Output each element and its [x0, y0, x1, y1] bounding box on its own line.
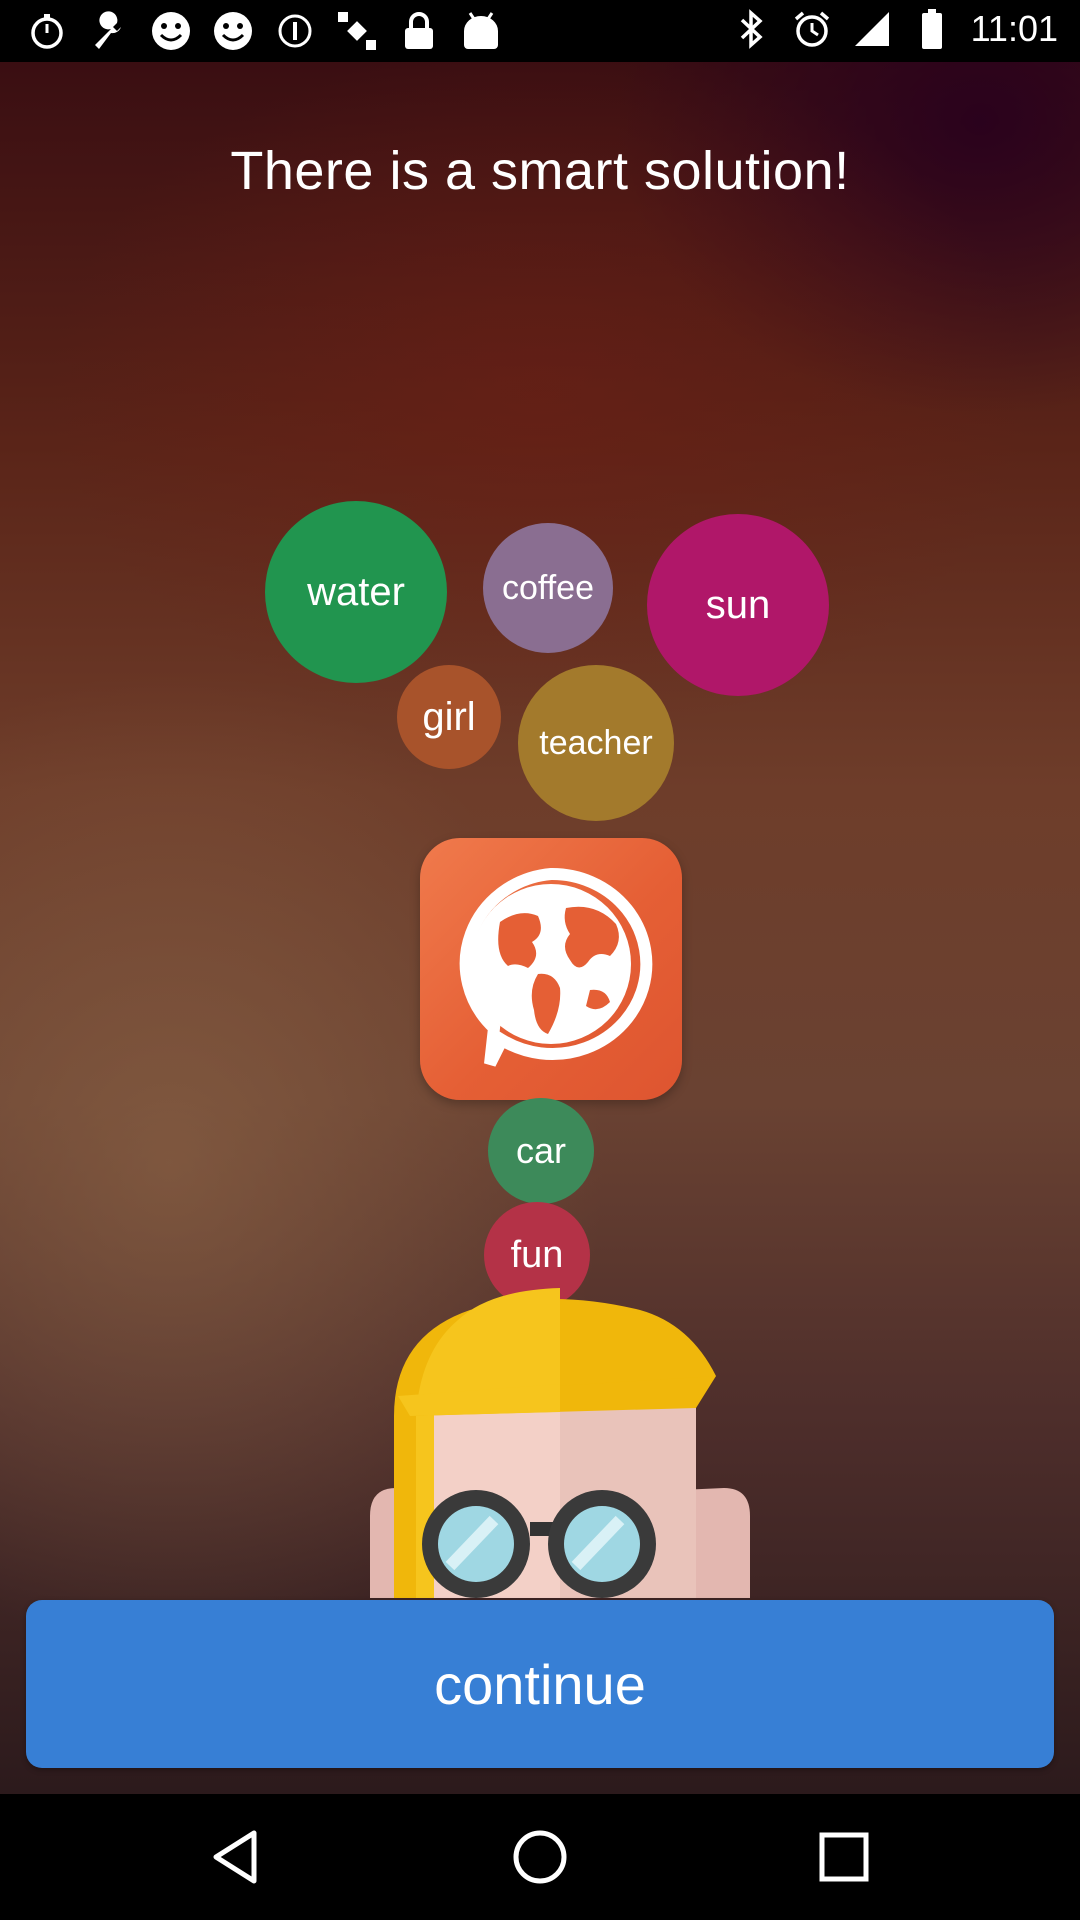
word-bubble-water: water	[265, 501, 447, 683]
bubble-label: car	[515, 1130, 566, 1171]
status-bar: 11:01	[0, 0, 1080, 62]
bubble-label: water	[307, 569, 405, 614]
app-logo	[420, 838, 682, 1100]
back-icon[interactable]	[206, 1827, 266, 1887]
word-bubble-teacher: teacher	[518, 665, 674, 821]
status-right-icons: 11:01	[731, 8, 1058, 50]
wrench-icon	[88, 10, 130, 52]
android-icon	[460, 10, 502, 52]
word-bubble-sun: sun	[647, 514, 829, 696]
navigation-bar	[0, 1794, 1080, 1920]
bubble-label: teacher	[539, 723, 653, 762]
page-title: There is a smart solution!	[230, 141, 850, 201]
bubble-label: sun	[705, 582, 771, 627]
nerd-character	[370, 1288, 750, 1598]
home-icon[interactable]	[510, 1827, 570, 1887]
smiley-icon	[212, 10, 254, 52]
recents-icon[interactable]	[814, 1827, 874, 1887]
bubble-label: girl	[422, 694, 476, 739]
bluetooth-icon	[731, 8, 773, 50]
battery-icon	[911, 8, 953, 50]
lock-icon	[398, 10, 440, 52]
word-bubble-car: car	[488, 1098, 594, 1204]
smiley-icon	[150, 10, 192, 52]
word-bubble-girl: girl	[397, 665, 501, 769]
alarm-icon	[791, 8, 833, 50]
info-icon	[274, 10, 316, 52]
status-time: 11:01	[970, 8, 1058, 49]
signal-icon	[851, 8, 893, 50]
bubble-label: coffee	[501, 568, 594, 607]
continue-button[interactable]: continue	[26, 1600, 1054, 1768]
status-left-icons	[26, 10, 502, 52]
word-bubble-coffee: coffee	[483, 523, 613, 653]
stopwatch-icon	[26, 10, 68, 52]
satellite-icon	[336, 10, 378, 52]
continue-label: continue	[434, 1652, 646, 1716]
globe-chat-icon	[459, 867, 653, 1067]
